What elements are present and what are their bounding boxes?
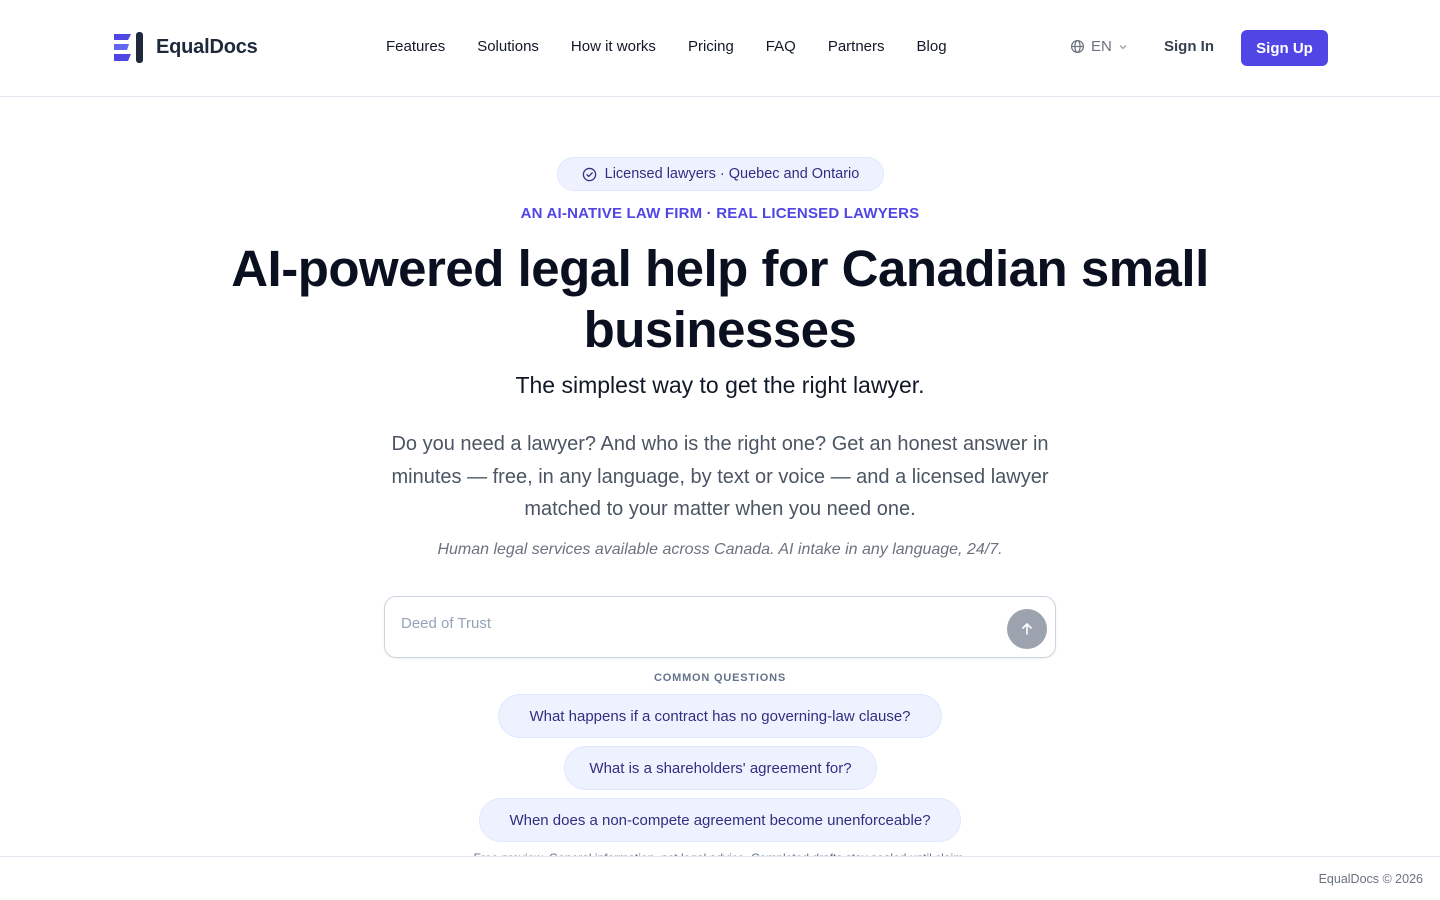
language-label: EN (1091, 38, 1112, 55)
question-input[interactable] (401, 611, 991, 635)
copyright: EqualDocs © 2026 (1318, 872, 1423, 886)
nav-faq[interactable]: FAQ (766, 38, 796, 55)
language-selector[interactable]: EN (1070, 38, 1128, 55)
question-box (384, 596, 1056, 658)
globe-icon (1070, 39, 1085, 54)
eyebrow: AN AI-NATIVE LAW FIRM · REAL LICENSED LA… (520, 205, 920, 222)
availability-note: Human legal services available across Ca… (437, 541, 1003, 558)
nav-partners[interactable]: Partners (828, 38, 885, 55)
lead-paragraph: Do you need a lawyer? And who is the rig… (391, 433, 1049, 520)
question-chip[interactable]: What is a shareholders' agreement for? (564, 746, 877, 790)
site-footer: EqualDocs © 2026 (0, 856, 1440, 900)
main-nav: Features Solutions How it works Pricing … (386, 38, 947, 55)
nav-solutions[interactable]: Solutions (477, 38, 539, 55)
equaldocs-logo-icon (114, 32, 143, 63)
page-title: AI-powered legal help for Canadian small… (231, 240, 1209, 358)
logo[interactable]: EqualDocs (111, 31, 258, 64)
common-questions-label: COMMON QUESTIONS (654, 672, 786, 684)
question-chip[interactable]: When does a non-compete agreement become… (479, 798, 961, 842)
sign-up-button[interactable]: Sign Up (1241, 30, 1328, 66)
send-button[interactable] (1007, 609, 1047, 649)
page-subtitle: The simplest way to get the right lawyer… (515, 372, 925, 398)
chevron-down-icon (1119, 44, 1127, 49)
nav-features[interactable]: Features (386, 38, 445, 55)
sign-in-link[interactable]: Sign In (1164, 38, 1214, 55)
licensed-badge: Licensed lawyers · Quebec and Ontario (557, 157, 884, 191)
brand-name: EqualDocs (156, 36, 258, 58)
check-circle-icon (582, 167, 596, 181)
arrow-up-icon (1022, 623, 1032, 635)
site-header: EqualDocs Features Solutions How it work… (0, 0, 1440, 97)
nav-how-it-works[interactable]: How it works (571, 38, 656, 55)
nav-blog[interactable]: Blog (917, 38, 947, 55)
badge-text: Licensed lawyers · Quebec and Ontario (604, 166, 860, 182)
question-chip[interactable]: What happens if a contract has no govern… (498, 694, 942, 738)
nav-pricing[interactable]: Pricing (688, 38, 734, 55)
